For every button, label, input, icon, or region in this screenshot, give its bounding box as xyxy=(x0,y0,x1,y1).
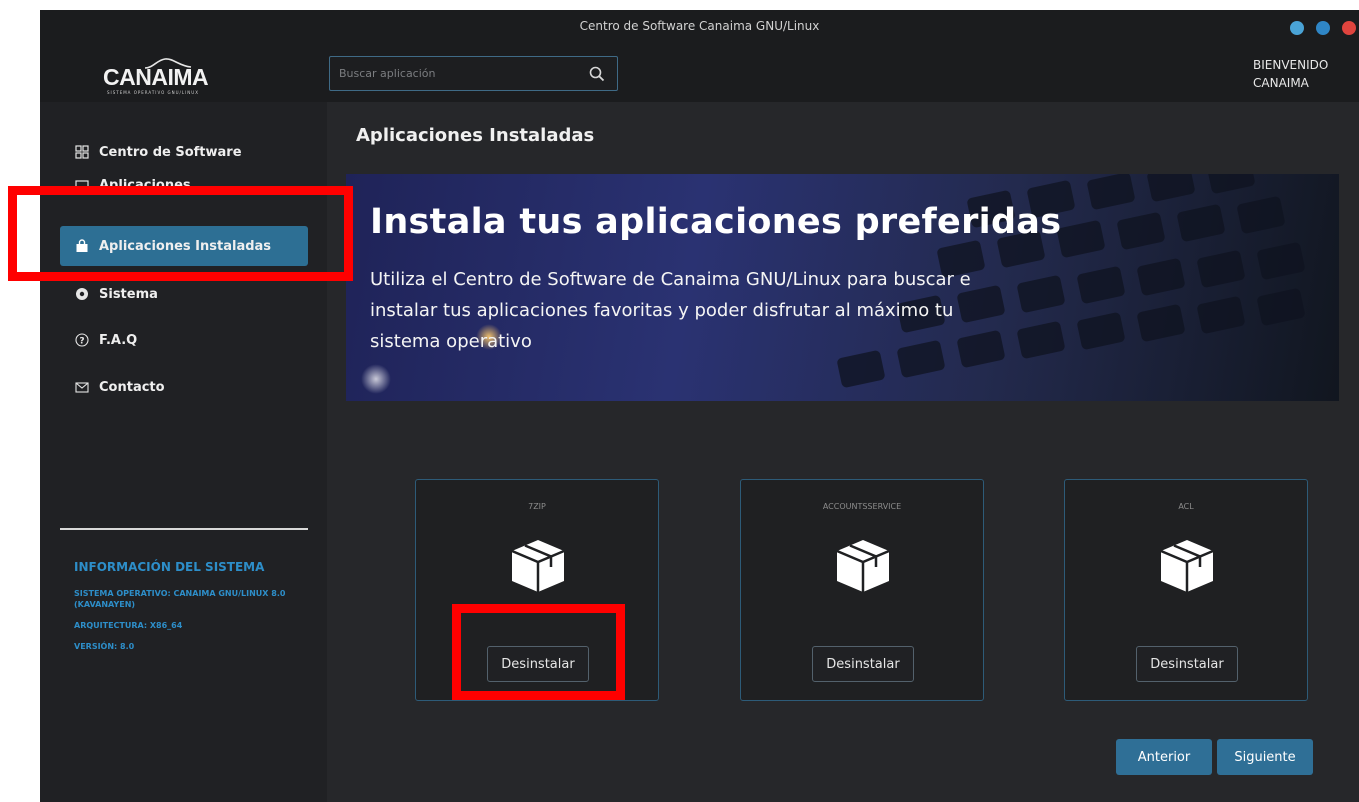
sidebar-item-label: F.A.Q xyxy=(99,332,138,348)
welcome-text: BIENVENIDO CANAIMA xyxy=(1253,56,1328,92)
window-title: Centro de Software Canaima GNU/Linux xyxy=(579,19,820,33)
system-info-arch: ARQUITECTURA: X86_64 xyxy=(74,621,183,630)
welcome-line-1: BIENVENIDO xyxy=(1253,58,1329,72)
system-info-version: VERSIÓN: 8.0 xyxy=(74,642,135,651)
banner-heading: Instala tus aplicaciones preferidas xyxy=(370,202,1062,242)
sidebar-item-label: Contacto xyxy=(99,379,165,395)
logo-text: CANAIMA xyxy=(103,64,209,90)
highlight-box-sidebar xyxy=(8,186,353,281)
page-title: Aplicaciones Instaladas xyxy=(356,125,595,146)
sidebar-item-contacto[interactable]: Contacto xyxy=(60,367,308,407)
app-card: ACL Desinstalar xyxy=(1064,479,1308,701)
app-window: Centro de Software Canaima GNU/Linux CAN… xyxy=(40,10,1359,802)
package-icon xyxy=(1160,540,1214,592)
app-name: 7ZIP xyxy=(528,502,546,511)
title-bar: Centro de Software Canaima GNU/Linux xyxy=(40,10,1359,46)
app-name: ACCOUNTSSERVICE xyxy=(822,502,902,511)
welcome-user: CANAIMA xyxy=(1253,76,1309,90)
app-header: CANAIMA SISTEMA OPERATIVO GNU/LINUX BIEN… xyxy=(40,46,1359,102)
system-info: INFORMACIÓN DEL SISTEMA SISTEMA OPERATIV… xyxy=(74,560,304,662)
banner-text: Utiliza el Centro de Software de Canaima… xyxy=(370,269,971,352)
previous-page-button[interactable]: Anterior xyxy=(1116,739,1212,775)
app-name: ACL xyxy=(1178,502,1194,511)
sidebar-item-centro-de-software[interactable]: Centro de Software xyxy=(60,132,308,172)
system-icon xyxy=(74,286,90,302)
uninstall-button[interactable]: Desinstalar xyxy=(1136,646,1238,682)
system-info-heading: INFORMACIÓN DEL SISTEMA xyxy=(74,560,265,574)
mail-icon xyxy=(74,379,90,395)
svg-text:?: ? xyxy=(79,337,84,347)
question-icon: ? xyxy=(74,332,90,348)
sidebar-item-faq[interactable]: ? F.A.Q xyxy=(60,320,308,360)
maximize-button[interactable] xyxy=(1316,21,1330,35)
highlight-box-uninstall xyxy=(452,604,625,700)
sidebar-item-label: Sistema xyxy=(99,286,158,302)
sidebar-item-label: Centro de Software xyxy=(99,144,242,160)
logo-subtext: SISTEMA OPERATIVO GNU/LINUX xyxy=(107,90,199,95)
minimize-button[interactable] xyxy=(1290,21,1304,35)
search-input[interactable] xyxy=(330,57,580,90)
sidebar-divider xyxy=(60,528,308,530)
search-icon[interactable] xyxy=(589,66,605,82)
next-page-button[interactable]: Siguiente xyxy=(1217,739,1313,775)
light-glow xyxy=(361,364,391,394)
grid-icon xyxy=(74,144,90,160)
canaima-logo: CANAIMA SISTEMA OPERATIVO GNU/LINUX xyxy=(95,56,235,96)
hero-banner: Instala tus aplicaciones preferidas Util… xyxy=(346,174,1339,401)
package-icon xyxy=(836,540,890,592)
close-button[interactable] xyxy=(1342,21,1356,35)
system-info-os: SISTEMA OPERATIVO: CANAIMA GNU/LINUX 8.0… xyxy=(74,589,286,609)
app-card: ACCOUNTSSERVICE Desinstalar xyxy=(740,479,984,701)
uninstall-button[interactable]: Desinstalar xyxy=(812,646,914,682)
search-box xyxy=(329,56,618,91)
package-icon xyxy=(511,540,565,592)
